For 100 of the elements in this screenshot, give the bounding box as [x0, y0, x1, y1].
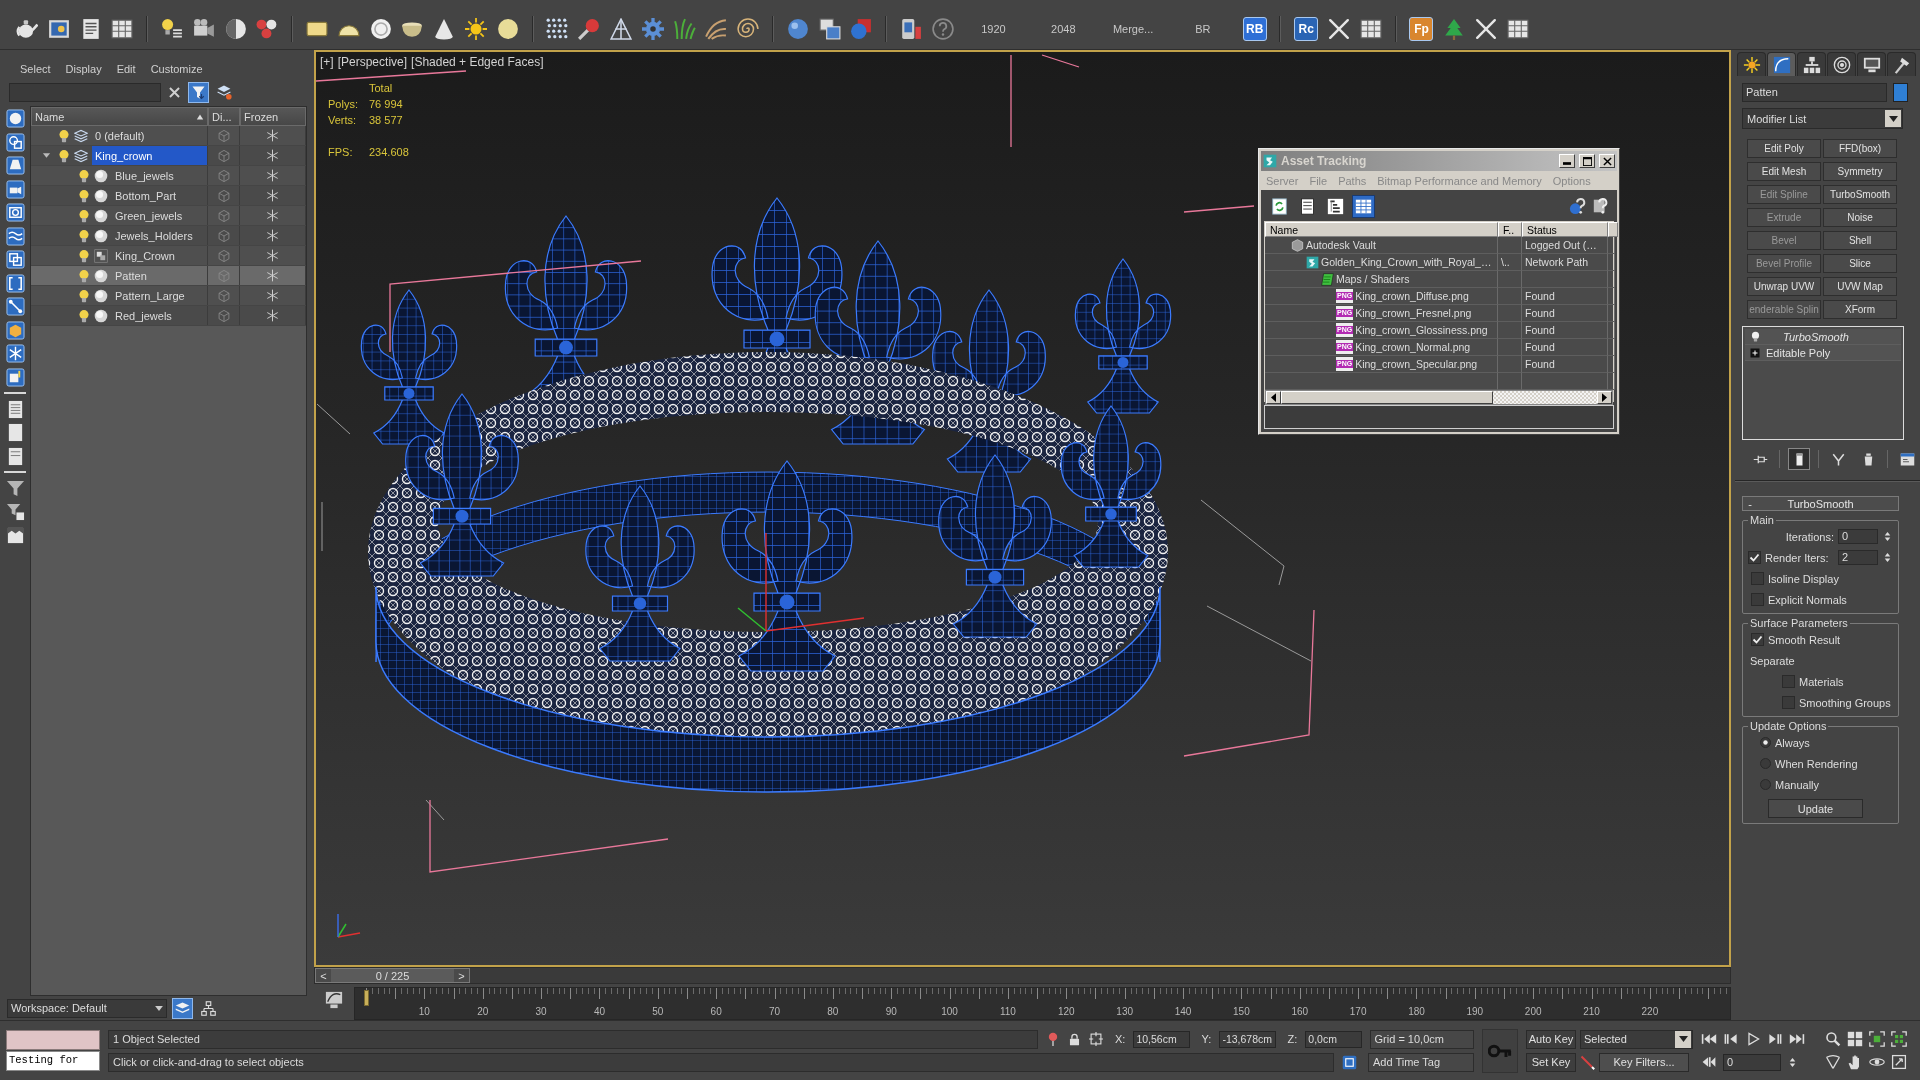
asset-name[interactable]: King_crown_Fresnel.png [1355, 307, 1472, 319]
stack-item[interactable]: Editable Poly [1745, 345, 1901, 361]
time-ruler[interactable]: 10 20 30 40 50 60 70 80 90 100 110 120 130 140 150 160 170 180 190 200 210 220 [354, 987, 1731, 1020]
framed-squares-icon[interactable] [1891, 1031, 1907, 1047]
asset-name[interactable]: King_crown_Glossiness.png [1355, 324, 1488, 336]
checkbox[interactable] [1751, 633, 1764, 646]
light-bulb-icon[interactable] [77, 288, 91, 303]
light-bulb-icon[interactable] [1750, 331, 1761, 342]
scene-row[interactable]: Blue_jewels [31, 166, 306, 186]
bone-tile-icon[interactable] [5, 297, 25, 316]
script-button[interactable]: 2048 [1033, 17, 1094, 40]
dot-grid-icon[interactable] [546, 17, 569, 40]
snowflake-icon[interactable] [266, 269, 279, 282]
snowflake-icon[interactable] [266, 209, 279, 222]
crossed-lines-icon[interactable] [1475, 17, 1498, 40]
framed-square-icon[interactable] [1869, 1031, 1885, 1047]
scene-row[interactable]: Patten [31, 266, 306, 286]
set-key-button[interactable]: Set Key [1526, 1052, 1576, 1072]
play-icon[interactable] [1745, 1031, 1761, 1047]
viewport[interactable] [314, 50, 1731, 967]
checkbox[interactable] [1782, 696, 1795, 709]
tree-icon[interactable] [1443, 17, 1466, 40]
lamp-tile-icon[interactable] [5, 156, 25, 175]
snowflake-icon[interactable] [266, 309, 279, 322]
modifier-button[interactable]: Noise [1823, 208, 1897, 227]
panel-icon[interactable] [5, 525, 25, 545]
asset-name[interactable]: King_crown_Specular.png [1355, 358, 1478, 370]
menu-item[interactable]: Edit [116, 63, 136, 75]
table-icon[interactable] [111, 17, 134, 40]
four-squares-icon[interactable] [1847, 1031, 1863, 1047]
dropdown-caret-icon[interactable] [1885, 110, 1901, 127]
script-button[interactable]: Merge... [1103, 17, 1164, 40]
picture-frame-icon[interactable] [47, 17, 70, 40]
next-frame-icon[interactable] [1767, 1031, 1783, 1047]
view-cone-icon[interactable] [1825, 1054, 1841, 1070]
light-bulb-icon[interactable] [77, 248, 91, 263]
motion-tab[interactable] [1827, 52, 1856, 76]
brush-strokes-icon[interactable] [705, 17, 728, 40]
color-swatch-icon[interactable] [1893, 83, 1908, 102]
expand-arrow-icon[interactable] [41, 151, 51, 160]
column-header[interactable]: Name [31, 107, 208, 126]
time-slider-thumb[interactable]: < 0 / 225 > [315, 968, 470, 983]
shapes-tile-icon[interactable] [5, 132, 25, 152]
radio-button[interactable] [1760, 779, 1771, 790]
snowflake-icon[interactable] [266, 169, 279, 182]
table-icon[interactable] [1506, 17, 1529, 40]
asset-name[interactable]: Autodesk Vault [1306, 239, 1376, 251]
scene-row[interactable]: Green_jewels [31, 206, 306, 226]
lamp-list-icon[interactable] [161, 17, 183, 40]
snowflake-tile-icon[interactable] [5, 344, 25, 363]
light-bulb-icon[interactable] [77, 188, 91, 203]
rollout-header[interactable]: - TurboSmooth [1742, 496, 1899, 511]
close-icon[interactable] [168, 85, 181, 99]
column-header[interactable]: Frozen [240, 107, 306, 126]
current-frame-marker[interactable] [364, 990, 369, 1006]
coordinate-field[interactable]: 10,56cm [1133, 1030, 1190, 1048]
dots-icon[interactable] [256, 17, 279, 40]
square-tile-icon[interactable] [1342, 1054, 1357, 1070]
dropdown-caret-icon[interactable] [1675, 1030, 1691, 1048]
script-button[interactable]: BR [1172, 17, 1233, 40]
hexagon-tile-icon[interactable] [5, 320, 25, 340]
viewport-menu-label[interactable]: [Shaded + Edged Faces] [411, 55, 544, 69]
viewport-menu-label[interactable]: [+] [320, 55, 334, 69]
magnifier-icon[interactable] [1825, 1031, 1841, 1047]
workspace-dropdown[interactable]: Workspace: Default [7, 998, 167, 1018]
scene-row[interactable]: Jewels_Holders [31, 226, 306, 246]
spinner-field[interactable]: 0 [1838, 529, 1878, 544]
modifier-button[interactable]: Slice [1823, 254, 1897, 273]
light-bulb-icon[interactable] [77, 208, 91, 223]
horizontal-scrollbar[interactable] [1265, 390, 1613, 405]
previous-frame-icon[interactable] [1723, 1031, 1739, 1047]
modifier-button[interactable]: FFD(box) [1823, 139, 1897, 158]
menu-item[interactable]: Display [65, 63, 102, 75]
column-header[interactable]: Di... [208, 107, 240, 126]
device-icon[interactable] [899, 17, 922, 40]
camera-tile-icon[interactable] [5, 179, 25, 199]
maximize-button[interactable] [1579, 154, 1595, 168]
arrow-box-icon[interactable] [1891, 1054, 1907, 1070]
light-bulb-icon[interactable] [57, 128, 71, 143]
update-button[interactable]: Update [1768, 799, 1863, 818]
help-icon[interactable] [1592, 197, 1610, 215]
tent-frame-icon[interactable] [609, 17, 632, 40]
show-end-result-button[interactable] [1788, 448, 1810, 470]
snowflake-icon[interactable] [266, 289, 279, 302]
hierarchy-tab[interactable] [1797, 52, 1826, 76]
filter-list-icon[interactable] [5, 502, 25, 521]
sun-icon[interactable] [464, 17, 487, 40]
crossed-lines-icon[interactable] [1328, 17, 1351, 40]
layers-icon[interactable] [216, 84, 232, 100]
checkbox[interactable] [1782, 675, 1795, 688]
light-bulb-icon[interactable] [57, 148, 71, 163]
snowflake-icon[interactable] [266, 249, 279, 262]
scene-row[interactable]: Red_jewels [31, 306, 306, 326]
radio-button[interactable] [1760, 737, 1771, 748]
modifier-button[interactable]: Symmetry [1823, 162, 1897, 181]
sphere-icon[interactable] [786, 17, 809, 40]
teapot-icon[interactable] [16, 17, 38, 40]
column-header[interactable]: F.. [1498, 222, 1522, 237]
skip-to-end-icon[interactable] [1789, 1031, 1805, 1047]
squares-tile-icon[interactable] [5, 250, 25, 269]
